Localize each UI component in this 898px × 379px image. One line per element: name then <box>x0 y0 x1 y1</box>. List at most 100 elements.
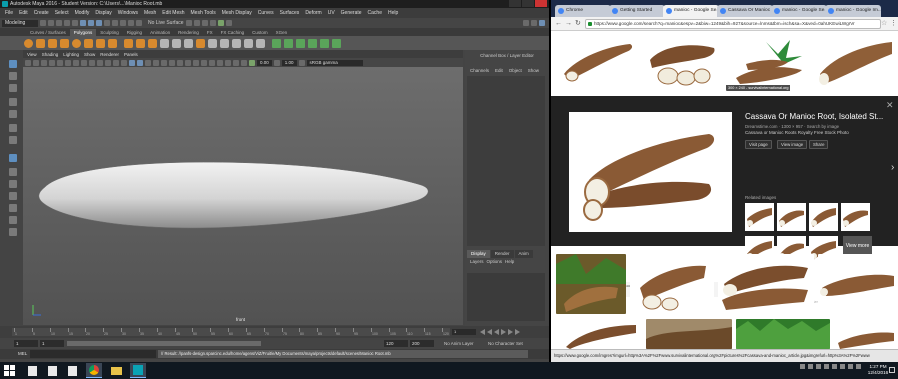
viewport-menu-view[interactable]: View <box>25 52 39 57</box>
shelf-tab-rigging[interactable]: Rigging <box>123 29 146 36</box>
playback-end-field[interactable]: 120 <box>384 340 408 347</box>
platonic-solid-icon[interactable] <box>108 38 117 48</box>
isolate-select-icon[interactable] <box>217 59 223 66</box>
ambient-occlusion-icon[interactable] <box>185 59 191 66</box>
browser-tab[interactable]: Cassava Or Manioc ... <box>717 5 773 17</box>
viewport-menu-shading[interactable]: Shading <box>40 52 61 57</box>
image-result[interactable]: 300 × 240 - survivalinternational.org <box>726 34 812 91</box>
uv-editor-icon[interactable] <box>320 38 329 48</box>
menu-edit-mesh[interactable]: Edit Mesh <box>159 10 187 16</box>
resolution-gate-icon[interactable] <box>89 59 95 66</box>
planar-uv-icon[interactable] <box>272 38 281 48</box>
menu-edit[interactable]: Edit <box>16 10 31 16</box>
layer-tab-render[interactable]: Render <box>490 250 514 258</box>
render-view-icon[interactable] <box>185 20 192 26</box>
safe-action-icon[interactable] <box>113 59 119 66</box>
boolean-icon[interactable] <box>160 38 169 48</box>
menu-select[interactable]: Select <box>52 10 72 16</box>
next-image-arrow-icon[interactable]: › <box>891 162 894 173</box>
image-result[interactable] <box>556 254 626 314</box>
select-object-icon[interactable] <box>88 20 94 26</box>
chrome-menu-icon[interactable]: ⋮ <box>890 20 897 28</box>
poly-torus-icon[interactable] <box>72 38 81 48</box>
persp-outliner-layout-icon[interactable] <box>9 180 17 188</box>
menu-mesh[interactable]: Mesh <box>141 10 159 16</box>
menu-generate[interactable]: Generate <box>338 10 365 16</box>
separate-icon[interactable] <box>136 38 145 48</box>
script-language-label[interactable]: MEL <box>18 351 27 356</box>
layer-tab-display[interactable]: Display <box>467 250 490 258</box>
automatic-uv-icon[interactable] <box>308 38 317 48</box>
viewport-menu-show[interactable]: Show <box>82 52 97 57</box>
menu-deform[interactable]: Deform <box>302 10 324 16</box>
menu-mesh-display[interactable]: Mesh Display <box>219 10 255 16</box>
wireframe-on-shaded-icon[interactable] <box>153 59 159 66</box>
preview-title[interactable]: Cassava Or Manioc Root, Isolated St... <box>745 112 890 121</box>
render-settings-icon[interactable] <box>209 20 216 26</box>
combine-icon[interactable] <box>124 38 133 48</box>
step-back-icon[interactable] <box>487 329 492 335</box>
attribute-editor-toggle-icon[interactable] <box>523 20 529 26</box>
shelf-tab-fx[interactable]: FX <box>203 29 217 36</box>
menu-windows[interactable]: Windows <box>115 10 141 16</box>
related-image[interactable] <box>745 203 774 231</box>
anim-start-field[interactable]: 1 <box>14 340 38 347</box>
current-frame-field[interactable]: 1 <box>452 329 476 335</box>
channel-box-menu-object[interactable]: Object <box>507 68 524 73</box>
image-result[interactable] <box>736 319 830 349</box>
shelf-tab-animation[interactable]: Animation <box>146 29 174 36</box>
browser-tab[interactable]: Chrome <box>555 5 611 17</box>
related-image[interactable] <box>777 203 806 231</box>
safe-title-icon[interactable] <box>121 59 127 66</box>
menu-surfaces[interactable]: Surfaces <box>277 10 303 16</box>
menu-set-dropdown[interactable]: Modeling <box>2 19 38 27</box>
shelf-tab-rendering[interactable]: Rendering <box>174 29 203 36</box>
make-live-icon[interactable] <box>136 20 142 26</box>
command-input[interactable] <box>30 350 156 358</box>
move-tool-icon[interactable] <box>9 98 17 106</box>
minimize-button[interactable] <box>509 0 521 7</box>
lasso-tool-icon[interactable] <box>9 72 17 80</box>
modeling-toolkit-icon[interactable] <box>225 20 232 26</box>
shadows-icon[interactable] <box>177 59 183 66</box>
shelf-tab-custom[interactable]: Custom <box>248 29 272 36</box>
browser-tab[interactable]: Getting Started <box>609 5 665 17</box>
two-d-pan-zoom-icon[interactable] <box>57 59 63 66</box>
tool-settings-toggle-icon[interactable] <box>531 20 537 26</box>
view-transform-dropdown[interactable]: sRGB gamma <box>306 59 363 66</box>
menu-uv[interactable]: UV <box>325 10 338 16</box>
image-result[interactable] <box>646 319 732 349</box>
image-result[interactable] <box>718 254 814 314</box>
preview-image[interactable] <box>569 112 732 232</box>
bookmark-icon[interactable] <box>41 59 47 66</box>
last-tool-icon[interactable] <box>9 136 17 144</box>
image-result[interactable] <box>818 254 896 314</box>
image-result[interactable] <box>630 254 714 314</box>
grid-toggle-icon[interactable] <box>73 59 79 66</box>
layer-menu-options[interactable]: Options <box>487 259 503 266</box>
snap-point-icon[interactable] <box>120 20 126 26</box>
target-weld-icon[interactable] <box>220 38 229 48</box>
menu-modify[interactable]: Modify <box>72 10 93 16</box>
bookmark-star-icon[interactable]: ☆ <box>881 20 887 28</box>
four-view-layout-icon[interactable] <box>9 168 17 176</box>
channel-box-menu-channels[interactable]: Channels <box>468 68 491 73</box>
anti-aliasing-icon[interactable] <box>201 59 207 66</box>
edge-loop-icon[interactable] <box>232 38 241 48</box>
network-icon[interactable] <box>808 364 813 369</box>
camera-attributes-icon[interactable] <box>33 59 39 66</box>
menu-file[interactable]: File <box>2 10 16 16</box>
xray-joints-icon[interactable] <box>233 59 239 66</box>
image-result[interactable] <box>644 34 722 91</box>
menu-create[interactable]: Create <box>31 10 52 16</box>
smooth-shade-icon[interactable] <box>137 59 143 66</box>
snap-grid-icon[interactable] <box>104 20 110 26</box>
extrude-icon[interactable] <box>196 38 205 48</box>
play-backwards-icon[interactable] <box>494 329 499 335</box>
maya-titlebar[interactable]: Autodesk Maya 2016 - Student Version: C:… <box>0 0 549 8</box>
taskbar-file-a[interactable] <box>24 363 40 378</box>
uv-layout-icon[interactable] <box>332 38 341 48</box>
xray-icon[interactable] <box>225 59 231 66</box>
onedrive-icon[interactable] <box>840 364 845 369</box>
spherical-uv-icon[interactable] <box>296 38 305 48</box>
